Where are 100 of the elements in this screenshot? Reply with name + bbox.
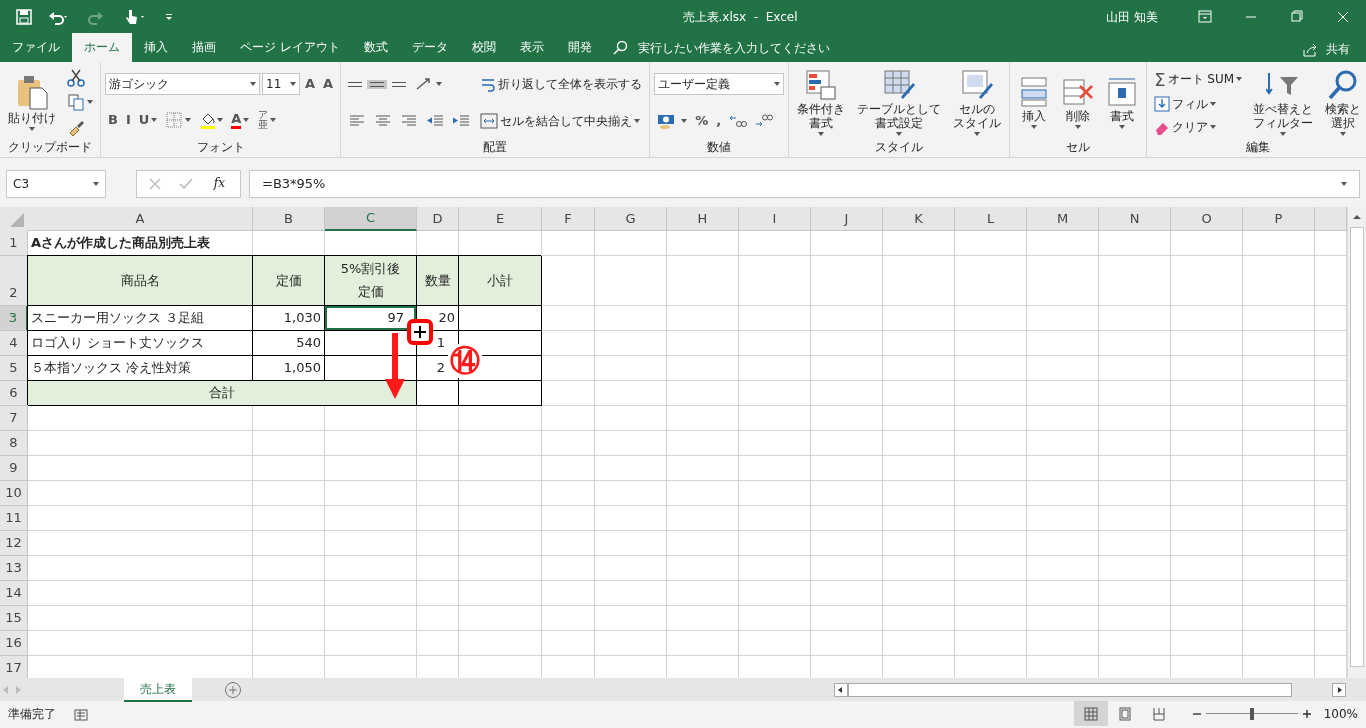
grid-cell[interactable] [955, 531, 1027, 556]
grid-cell[interactable] [811, 256, 883, 306]
grid-cell[interactable] [739, 531, 811, 556]
grid-cell[interactable] [1027, 631, 1099, 656]
grid-cell[interactable] [739, 506, 811, 531]
grid-cell[interactable] [667, 456, 739, 481]
ribbon-button[interactable]: A [228, 109, 253, 131]
grid-cell[interactable] [739, 306, 811, 331]
ribbon-button[interactable]: 削除 [1058, 73, 1099, 132]
grid-cell[interactable] [1099, 431, 1171, 456]
scrollbar-thumb[interactable] [1350, 227, 1364, 667]
grid-cell[interactable] [1171, 256, 1243, 306]
grid-cell[interactable] [1243, 631, 1315, 656]
ribbon-button[interactable]: 貼り付け [4, 71, 60, 134]
column-header[interactable]: H [667, 207, 739, 231]
grid-cell[interactable] [595, 531, 667, 556]
grid-cell[interactable] [417, 631, 459, 656]
grid-cell[interactable] [1243, 556, 1315, 581]
grid-cell[interactable] [1171, 531, 1243, 556]
view-button[interactable] [1073, 701, 1108, 726]
grid-cell[interactable] [542, 231, 595, 256]
grid-cell[interactable] [1099, 256, 1171, 306]
grid-cell[interactable] [28, 456, 253, 481]
menu-tab[interactable]: 校閲 [459, 33, 508, 62]
grid-cell[interactable] [955, 356, 1027, 381]
grid-cell[interactable] [459, 431, 542, 456]
grid-cell[interactable] [325, 456, 417, 481]
grid-cell[interactable] [1171, 406, 1243, 431]
column-header[interactable]: L [955, 207, 1027, 231]
grid-cell[interactable] [883, 556, 955, 581]
grid-cell[interactable] [739, 606, 811, 631]
column-header[interactable]: C [325, 207, 417, 231]
grid-cell[interactable] [955, 481, 1027, 506]
grid-cell[interactable] [739, 381, 811, 406]
column-header[interactable]: M [1027, 207, 1099, 231]
row-header[interactable]: 13 [0, 556, 28, 581]
grid-cell[interactable] [1099, 631, 1171, 656]
grid-cell[interactable] [1243, 581, 1315, 606]
menu-tab[interactable]: 表示 [507, 33, 556, 62]
grid-cell[interactable] [253, 556, 325, 581]
grid-cell[interactable] [667, 431, 739, 456]
grid-cell[interactable] [739, 481, 811, 506]
row-header[interactable]: 12 [0, 531, 28, 556]
grid-cell[interactable] [28, 581, 253, 606]
ribbon-button[interactable]: セルの スタイル [949, 67, 1006, 138]
name-box[interactable]: C3 [6, 170, 106, 198]
grid-cell[interactable] [542, 331, 595, 356]
grid-cell[interactable] [739, 456, 811, 481]
grid-cell[interactable] [459, 631, 542, 656]
grid-cell[interactable] [1243, 356, 1315, 381]
grid-cell[interactable] [883, 356, 955, 381]
grid-cell[interactable] [1171, 556, 1243, 581]
grid-cell[interactable] [1027, 606, 1099, 631]
column-header[interactable]: G [595, 207, 667, 231]
insert-function-button[interactable]: fx [210, 175, 228, 193]
row-header[interactable]: 1 [0, 231, 28, 256]
grid-cell[interactable] [325, 506, 417, 531]
grid-cell[interactable] [253, 631, 325, 656]
scroll-right-icon[interactable] [1332, 682, 1346, 697]
grid-cell[interactable] [542, 606, 595, 631]
grid-cell[interactable] [542, 431, 595, 456]
scroll-left-icon[interactable] [834, 682, 848, 697]
enter-icon[interactable] [178, 178, 193, 190]
grid-cell[interactable] [955, 381, 1027, 406]
grid-cell[interactable] [883, 306, 955, 331]
row-header[interactable]: 2 [0, 256, 28, 306]
grid-cell[interactable] [667, 356, 739, 381]
save-icon[interactable] [16, 9, 32, 25]
ribbon-button[interactable]: B [105, 111, 121, 130]
tell-me-field[interactable]: 実行したい作業を入力してください [635, 38, 896, 58]
grid-cell[interactable] [667, 381, 739, 406]
row-header[interactable]: 16 [0, 631, 28, 656]
grid-cell[interactable] [1027, 256, 1099, 306]
grid-cell[interactable] [739, 356, 811, 381]
grid-cell[interactable] [883, 231, 955, 256]
column-header[interactable]: J [811, 207, 883, 231]
menu-tab[interactable]: データ [399, 33, 460, 62]
dropdown-field[interactable]: 游ゴシック [105, 72, 260, 95]
grid-cell[interactable] [28, 531, 253, 556]
grid-cell[interactable] [325, 556, 417, 581]
grid-cell[interactable] [811, 481, 883, 506]
grid-cell[interactable] [1243, 481, 1315, 506]
grid-cell[interactable] [955, 406, 1027, 431]
grid-cell[interactable] [595, 631, 667, 656]
grid-cell[interactable] [595, 231, 667, 256]
dropdown-field[interactable]: 11 [262, 72, 300, 95]
grid-cell[interactable] [1099, 306, 1171, 331]
grid-cell[interactable] [417, 506, 459, 531]
grid-cell[interactable] [1099, 481, 1171, 506]
grid-cell[interactable] [417, 531, 459, 556]
ribbon-button[interactable]: % [692, 111, 712, 130]
grid-cell[interactable] [459, 606, 542, 631]
grid-cell[interactable] [595, 506, 667, 531]
grid-cell[interactable] [739, 431, 811, 456]
grid-cell[interactable] [1099, 581, 1171, 606]
column-header[interactable]: N [1099, 207, 1171, 231]
grid-cell[interactable] [883, 406, 955, 431]
grid-cell[interactable] [955, 256, 1027, 306]
grid-cell[interactable] [1027, 356, 1099, 381]
grid-cell[interactable] [667, 256, 739, 306]
